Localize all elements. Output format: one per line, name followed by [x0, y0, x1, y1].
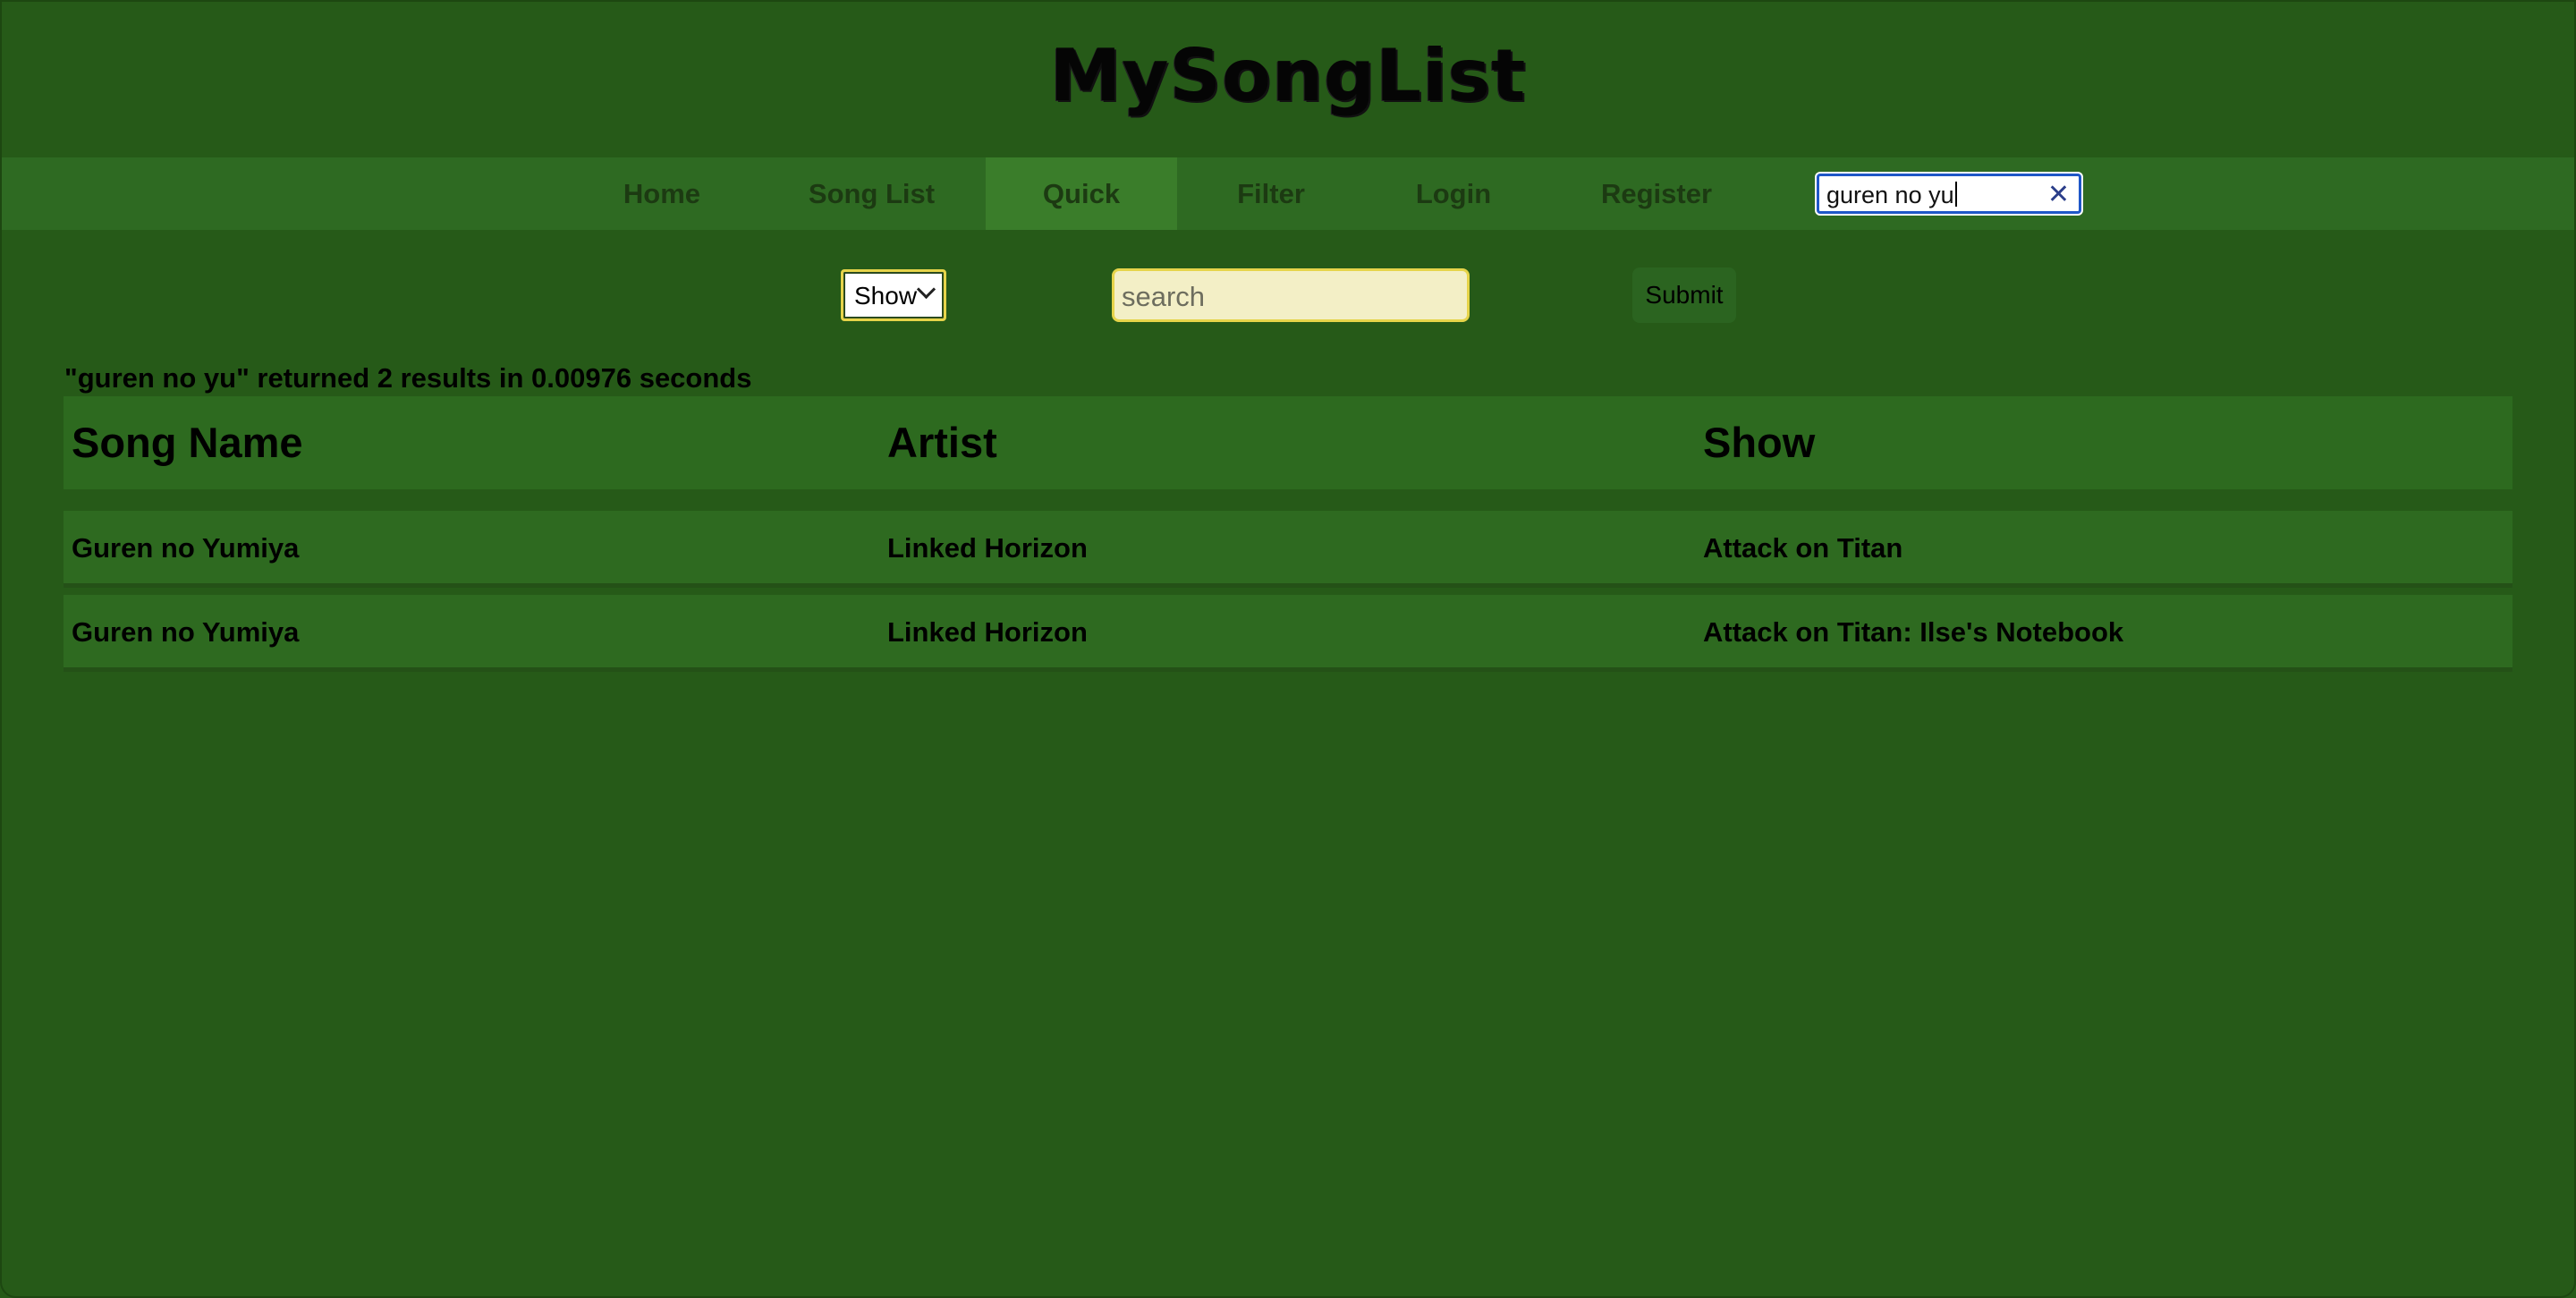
nav-item-filter[interactable]: Filter	[1206, 157, 1336, 230]
nav-search-value: guren no yu	[1826, 181, 1957, 209]
cell-song-name: Guren no Yumiya	[72, 616, 300, 648]
cell-song-name: Guren no Yumiya	[72, 532, 300, 564]
cell-artist: Linked Horizon	[887, 532, 1088, 564]
table-row[interactable]: Guren no Yumiya Linked Horizon Attack on…	[64, 511, 2512, 588]
cell-show: Attack on Titan: Ilse's Notebook	[1703, 616, 2124, 648]
table-header: Song Name Artist Show	[64, 396, 2512, 489]
category-select[interactable]: Show	[841, 269, 946, 321]
nav-item-quick[interactable]: Quick	[986, 157, 1177, 230]
result-summary: "guren no yu" returned 2 results in 0.00…	[64, 362, 752, 394]
category-select-value: Show	[854, 282, 918, 310]
nav-item-register[interactable]: Register	[1580, 157, 1733, 230]
nav-search-input[interactable]: guren no yu ✕	[1817, 174, 2081, 214]
site-title: MySongList	[1049, 34, 1527, 117]
column-header-show: Show	[1703, 419, 1816, 466]
nav-item-song-list[interactable]: Song List	[780, 157, 963, 230]
column-header-artist: Artist	[887, 419, 997, 466]
column-header-song-name: Song Name	[72, 419, 303, 466]
close-icon[interactable]: ✕	[2047, 181, 2070, 209]
nav-item-login[interactable]: Login	[1388, 157, 1519, 230]
nav-item-home[interactable]: Home	[590, 157, 733, 230]
navbar: Home Song List Quick Filter Login Regist…	[2, 157, 2574, 230]
search-input[interactable]: search	[1112, 268, 1470, 322]
chevron-down-icon	[916, 279, 936, 300]
cell-artist: Linked Horizon	[887, 616, 1088, 648]
submit-button[interactable]: Submit	[1632, 267, 1736, 323]
table-row[interactable]: Guren no Yumiya Linked Horizon Attack on…	[64, 595, 2512, 672]
cell-show: Attack on Titan	[1703, 532, 1903, 564]
search-placeholder: search	[1122, 281, 1206, 312]
